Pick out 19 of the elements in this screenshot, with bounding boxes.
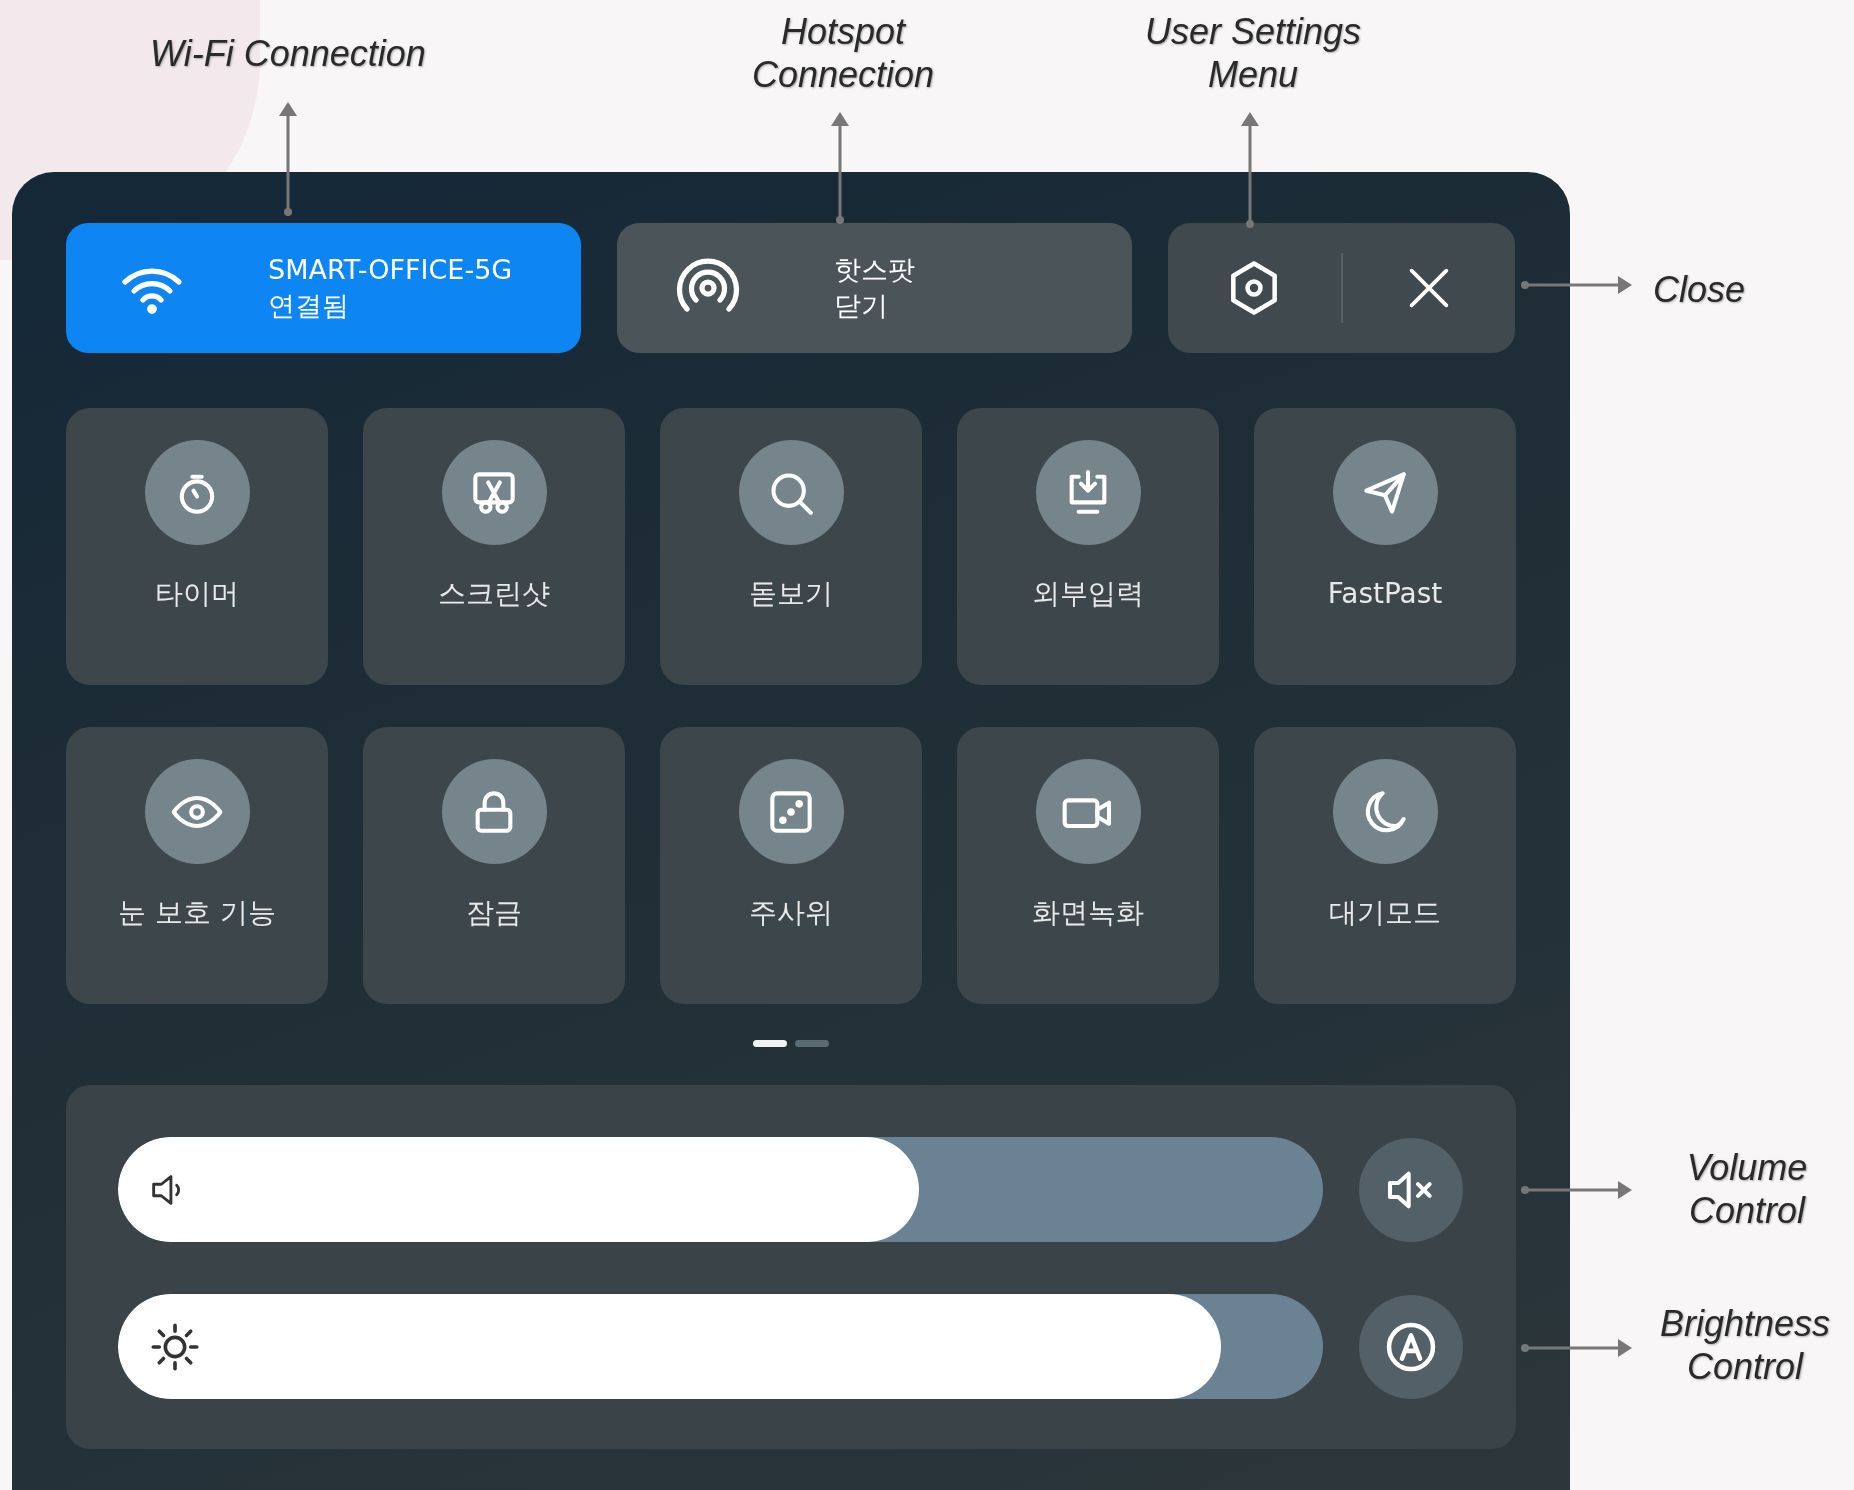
quick-action-tile[interactable]: 잠금	[363, 727, 625, 1004]
annotation-label: Hotspot Connection	[750, 10, 936, 97]
page-indicator[interactable]	[753, 1040, 787, 1047]
hotspot-toggle[interactable]: 핫스팟 닫기	[617, 223, 1132, 353]
quick-action-tile[interactable]: 주사위	[660, 727, 922, 1004]
quick-action-tile[interactable]: 타이머	[66, 408, 328, 685]
quick-action-tile[interactable]: 대기모드	[1254, 727, 1516, 1004]
quick-action-tile[interactable]: FastPast	[1254, 408, 1516, 685]
annotation-label: Wi-Fi Connection	[150, 32, 426, 76]
annotation-label: Brightness Control	[1658, 1302, 1832, 1389]
annotation-label: Volume Control	[1685, 1146, 1809, 1233]
quick-action-tile[interactable]: 스크린샷	[363, 408, 625, 685]
quick-action-tile[interactable]: 눈 보호 기능	[66, 727, 328, 1004]
quick-action-tile[interactable]: 외부입력	[957, 408, 1219, 685]
quick-action-tile[interactable]: 돋보기	[660, 408, 922, 685]
annotation-label: Close	[1653, 268, 1746, 312]
annotation-label: User Settings Menu	[1143, 10, 1363, 97]
quick-action-tile[interactable]: 화면녹화	[957, 727, 1219, 1004]
wifi-toggle[interactable]: SMART-OFFICE-5G 연결됨	[66, 223, 581, 353]
